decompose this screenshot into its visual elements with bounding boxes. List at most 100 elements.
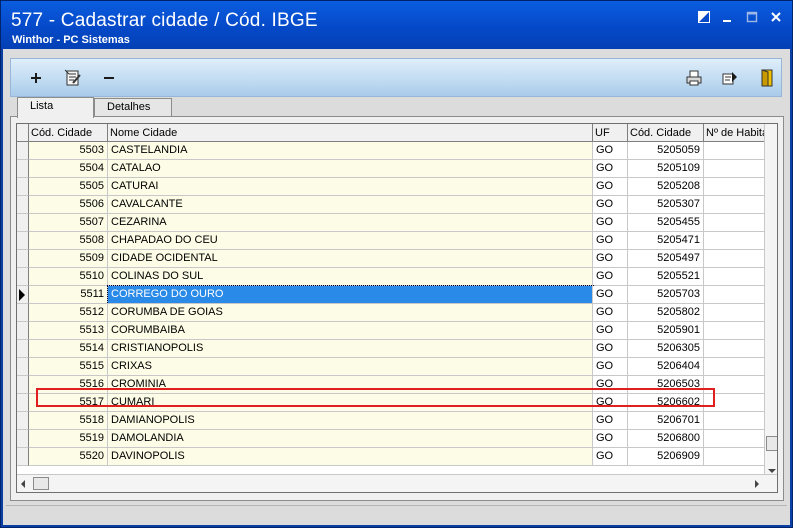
- table-row[interactable]: 5510 COLINAS DO SUL GO 5205521: [17, 268, 765, 286]
- header-cod-cidade[interactable]: Cód. Cidade: [29, 124, 108, 142]
- cell-uf[interactable]: GO: [593, 430, 628, 448]
- cell-nome-cidade[interactable]: CRIXAS: [108, 358, 593, 376]
- cell-cod-ibge[interactable]: 5205521: [628, 268, 704, 286]
- cell-cod-cidade[interactable]: 5514: [29, 340, 108, 358]
- cell-cod-cidade[interactable]: 5510: [29, 268, 108, 286]
- remove-icon[interactable]: [98, 67, 120, 89]
- cell-habitantes[interactable]: [704, 394, 765, 412]
- header-habitantes[interactable]: Nº de Habita: [704, 124, 765, 142]
- cell-uf[interactable]: GO: [593, 178, 628, 196]
- table-row[interactable]: 5509 CIDADE OCIDENTAL GO 5205497: [17, 250, 765, 268]
- vertical-scrollbar[interactable]: [764, 124, 777, 475]
- cell-nome-cidade[interactable]: DAVINOPOLIS: [108, 448, 593, 466]
- cell-habitantes[interactable]: [704, 286, 765, 304]
- row-indicator[interactable]: [17, 286, 29, 304]
- row-indicator[interactable]: [17, 232, 29, 250]
- help-icon[interactable]: [694, 8, 714, 26]
- cell-habitantes[interactable]: [704, 376, 765, 394]
- maximize-icon[interactable]: [742, 8, 762, 26]
- exit-icon[interactable]: [756, 67, 778, 89]
- cell-habitantes[interactable]: [704, 178, 765, 196]
- cell-uf[interactable]: GO: [593, 232, 628, 250]
- close-icon[interactable]: [766, 8, 786, 26]
- cell-cod-ibge[interactable]: 5206800: [628, 430, 704, 448]
- row-indicator[interactable]: [17, 178, 29, 196]
- table-row[interactable]: 5512 CORUMBA DE GOIAS GO 5205802: [17, 304, 765, 322]
- cell-cod-ibge[interactable]: 5205059: [628, 142, 704, 160]
- cell-nome-cidade[interactable]: CATURAI: [108, 178, 593, 196]
- cell-cod-cidade[interactable]: 5505: [29, 178, 108, 196]
- cell-cod-ibge[interactable]: 5206701: [628, 412, 704, 430]
- cell-cod-cidade[interactable]: 5520: [29, 448, 108, 466]
- cell-nome-cidade[interactable]: CORUMBAIBA: [108, 322, 593, 340]
- cell-uf[interactable]: GO: [593, 358, 628, 376]
- table-row[interactable]: 5513 CORUMBAIBA GO 5205901: [17, 322, 765, 340]
- cell-uf[interactable]: GO: [593, 286, 628, 304]
- row-indicator[interactable]: [17, 160, 29, 178]
- cell-nome-cidade[interactable]: CHAPADAO DO CEU: [108, 232, 593, 250]
- cell-uf[interactable]: GO: [593, 304, 628, 322]
- table-row[interactable]: 5503 CASTELANDIA GO 5205059: [17, 142, 765, 160]
- cell-cod-cidade[interactable]: 5512: [29, 304, 108, 322]
- row-indicator[interactable]: [17, 322, 29, 340]
- row-indicator[interactable]: [17, 250, 29, 268]
- row-indicator[interactable]: [17, 448, 29, 466]
- cell-cod-ibge[interactable]: 5206909: [628, 448, 704, 466]
- cell-nome-cidade[interactable]: CIDADE OCIDENTAL: [108, 250, 593, 268]
- cell-cod-cidade[interactable]: 5511: [29, 286, 108, 304]
- cell-nome-cidade[interactable]: CASTELANDIA: [108, 142, 593, 160]
- scroll-left-arrow-icon[interactable]: [21, 480, 25, 488]
- cell-uf[interactable]: GO: [593, 196, 628, 214]
- row-indicator[interactable]: [17, 142, 29, 160]
- cell-nome-cidade[interactable]: COLINAS DO SUL: [108, 268, 593, 286]
- cell-habitantes[interactable]: [704, 412, 765, 430]
- cell-cod-cidade[interactable]: 5515: [29, 358, 108, 376]
- cell-cod-cidade[interactable]: 5517: [29, 394, 108, 412]
- header-nome-cidade[interactable]: Nome Cidade: [108, 124, 593, 142]
- row-indicator[interactable]: [17, 358, 29, 376]
- table-row[interactable]: 5519 DAMOLANDIA GO 5206800: [17, 430, 765, 448]
- cell-cod-ibge[interactable]: 5205109: [628, 160, 704, 178]
- cell-habitantes[interactable]: [704, 340, 765, 358]
- cell-cod-ibge[interactable]: 5205802: [628, 304, 704, 322]
- cell-uf[interactable]: GO: [593, 214, 628, 232]
- cell-nome-cidade[interactable]: CUMARI: [108, 394, 593, 412]
- row-indicator[interactable]: [17, 340, 29, 358]
- cell-habitantes[interactable]: [704, 232, 765, 250]
- cell-nome-cidade[interactable]: CAVALCANTE: [108, 196, 593, 214]
- header-cod-ibge[interactable]: Cód. Cidade: [628, 124, 704, 142]
- cell-nome-cidade[interactable]: CORUMBA DE GOIAS: [108, 304, 593, 322]
- cell-cod-ibge[interactable]: 5205497: [628, 250, 704, 268]
- cell-cod-ibge[interactable]: 5205307: [628, 196, 704, 214]
- cell-cod-cidade[interactable]: 5519: [29, 430, 108, 448]
- cell-habitantes[interactable]: [704, 160, 765, 178]
- row-indicator[interactable]: [17, 412, 29, 430]
- cities-grid[interactable]: Cód. Cidade Nome Cidade UF Cód. Cidade N…: [16, 123, 778, 493]
- scroll-down-arrow-icon[interactable]: [768, 469, 776, 473]
- cell-uf[interactable]: GO: [593, 250, 628, 268]
- cell-habitantes[interactable]: [704, 430, 765, 448]
- row-indicator[interactable]: [17, 214, 29, 232]
- cell-cod-ibge[interactable]: 5205471: [628, 232, 704, 250]
- tab-detalhes[interactable]: Detalhes: [94, 98, 172, 117]
- table-row[interactable]: 5514 CRISTIANOPOLIS GO 5206305: [17, 340, 765, 358]
- table-row[interactable]: 5520 DAVINOPOLIS GO 5206909: [17, 448, 765, 466]
- cell-uf[interactable]: GO: [593, 322, 628, 340]
- cell-cod-cidade[interactable]: 5516: [29, 376, 108, 394]
- cell-habitantes[interactable]: [704, 448, 765, 466]
- row-indicator[interactable]: [17, 268, 29, 286]
- table-row[interactable]: 5517 CUMARI GO 5206602: [17, 394, 765, 412]
- cell-cod-ibge[interactable]: 5206503: [628, 376, 704, 394]
- edit-document-icon[interactable]: [62, 67, 84, 89]
- cell-cod-ibge[interactable]: 5206602: [628, 394, 704, 412]
- cell-cod-ibge[interactable]: 5206404: [628, 358, 704, 376]
- cell-uf[interactable]: GO: [593, 142, 628, 160]
- cell-cod-cidade[interactable]: 5504: [29, 160, 108, 178]
- table-row[interactable]: 5515 CRIXAS GO 5206404: [17, 358, 765, 376]
- cell-cod-cidade[interactable]: 5508: [29, 232, 108, 250]
- title-bar[interactable]: 577 - Cadastrar cidade / Cód. IBGE Winth…: [1, 1, 792, 49]
- cell-habitantes[interactable]: [704, 304, 765, 322]
- add-icon[interactable]: [25, 67, 47, 89]
- table-row[interactable]: 5506 CAVALCANTE GO 5205307: [17, 196, 765, 214]
- cell-cod-ibge[interactable]: 5206305: [628, 340, 704, 358]
